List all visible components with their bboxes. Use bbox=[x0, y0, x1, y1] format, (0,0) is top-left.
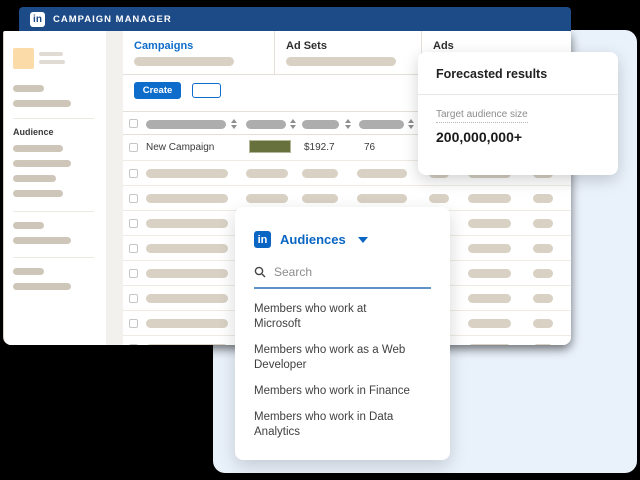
select-all-checkbox[interactable] bbox=[129, 119, 138, 128]
column-header-placeholder bbox=[302, 120, 339, 129]
sort-icon[interactable] bbox=[290, 119, 296, 129]
screenshot-canvas: in CAMPAIGN MANAGER Audience bbox=[0, 0, 640, 480]
column-header-placeholder bbox=[246, 120, 286, 129]
skeleton-bar bbox=[286, 57, 396, 66]
sort-icon[interactable] bbox=[408, 119, 414, 129]
linkedin-logo-icon: in bbox=[254, 231, 271, 248]
list-item[interactable]: Members who work in DataAnalytics bbox=[254, 410, 431, 440]
sidebar-item-placeholder bbox=[13, 175, 56, 182]
skeleton-bar bbox=[146, 194, 228, 203]
divider bbox=[13, 211, 94, 212]
sidebar-item-placeholder bbox=[13, 190, 63, 197]
row-checkbox[interactable] bbox=[129, 169, 138, 178]
row-checkbox[interactable] bbox=[129, 294, 138, 303]
skeleton-bar bbox=[146, 244, 228, 253]
sort-icon[interactable] bbox=[231, 119, 237, 129]
metric-value: 200,000,000+ bbox=[436, 129, 618, 145]
popup-header[interactable]: in Audiences bbox=[254, 231, 431, 248]
divider bbox=[13, 257, 94, 258]
skeleton-bar bbox=[302, 169, 338, 178]
sidebar-item-placeholder bbox=[13, 268, 44, 275]
forecasted-results-card: Forecasted results Target audience size … bbox=[418, 52, 618, 175]
spend-value: $192.7 bbox=[304, 142, 335, 153]
audience-list: Members who work atMicrosoft Members who … bbox=[254, 302, 431, 440]
skeleton-bar bbox=[468, 344, 511, 345]
skeleton-bar bbox=[533, 194, 553, 203]
search-icon bbox=[254, 266, 266, 278]
sidebar: Audience bbox=[4, 31, 106, 345]
sidebar-item-placeholder bbox=[13, 222, 44, 229]
sidebar-item-placeholder bbox=[13, 85, 44, 92]
campaign-name: New Campaign bbox=[146, 142, 214, 153]
results-value: 76 bbox=[364, 142, 375, 153]
sidebar-item-placeholder bbox=[13, 100, 71, 107]
list-item[interactable]: Members who work in Finance bbox=[254, 384, 431, 399]
tab-campaigns[interactable]: Campaigns bbox=[123, 31, 274, 74]
skeleton-bar bbox=[246, 169, 288, 178]
sidebar-item-placeholder bbox=[13, 160, 71, 167]
skeleton-bar bbox=[146, 169, 228, 178]
linkedin-logo-icon: in bbox=[30, 12, 45, 27]
tab-ad-sets[interactable]: Ad Sets bbox=[274, 31, 421, 74]
sidebar-section-label: Audience bbox=[13, 127, 54, 137]
divider bbox=[13, 118, 94, 119]
content-gutter bbox=[106, 31, 123, 345]
row-checkbox[interactable] bbox=[129, 319, 138, 328]
skeleton-bar bbox=[146, 344, 228, 345]
column-header-placeholder bbox=[359, 120, 404, 129]
row-checkbox[interactable] bbox=[129, 269, 138, 278]
search-input[interactable] bbox=[272, 264, 412, 280]
skeleton-bar bbox=[39, 52, 63, 56]
metric-label: Target audience size bbox=[436, 109, 528, 123]
card-title: Forecasted results bbox=[418, 52, 618, 81]
row-checkbox[interactable] bbox=[129, 143, 138, 152]
top-nav-bar: in CAMPAIGN MANAGER bbox=[19, 7, 571, 31]
skeleton-bar bbox=[357, 194, 407, 203]
audiences-popup: in Audiences Members who work atMicrosof… bbox=[235, 207, 450, 460]
create-button[interactable]: Create bbox=[134, 82, 181, 99]
skeleton-bar bbox=[146, 319, 228, 328]
sort-icon[interactable] bbox=[345, 119, 351, 129]
chevron-down-icon[interactable] bbox=[358, 237, 368, 243]
skeleton-bar bbox=[468, 219, 511, 228]
sidebar-item-placeholder bbox=[13, 283, 71, 290]
skeleton-bar bbox=[533, 344, 553, 345]
skeleton-bar bbox=[533, 269, 553, 278]
secondary-button[interactable] bbox=[192, 83, 221, 98]
row-checkbox[interactable] bbox=[129, 244, 138, 253]
skeleton-bar bbox=[533, 294, 553, 303]
column-header-placeholder bbox=[146, 120, 226, 129]
skeleton-bar bbox=[468, 294, 511, 303]
skeleton-bar bbox=[302, 194, 338, 203]
skeleton-bar bbox=[468, 194, 511, 203]
status-swatch bbox=[249, 140, 291, 153]
list-item[interactable]: Members who work atMicrosoft bbox=[254, 302, 431, 332]
popup-title: Audiences bbox=[280, 232, 346, 247]
skeleton-bar bbox=[533, 219, 553, 228]
skeleton-bar bbox=[146, 294, 228, 303]
sidebar-item-placeholder bbox=[13, 237, 71, 244]
skeleton-bar bbox=[429, 194, 449, 203]
skeleton-bar bbox=[468, 244, 511, 253]
search-field[interactable] bbox=[254, 264, 431, 289]
skeleton-bar bbox=[146, 269, 228, 278]
skeleton-bar bbox=[357, 169, 407, 178]
skeleton-bar bbox=[468, 269, 511, 278]
skeleton-bar bbox=[134, 57, 234, 66]
sidebar-item-placeholder bbox=[13, 145, 63, 152]
skeleton-bar bbox=[246, 194, 288, 203]
row-checkbox[interactable] bbox=[129, 219, 138, 228]
skeleton-bar bbox=[468, 319, 511, 328]
avatar-placeholder bbox=[13, 48, 34, 69]
skeleton-bar bbox=[533, 319, 553, 328]
app-title: CAMPAIGN MANAGER bbox=[53, 14, 172, 25]
skeleton-bar bbox=[39, 60, 65, 64]
row-checkbox[interactable] bbox=[129, 194, 138, 203]
list-item[interactable]: Members who work as a WebDeveloper bbox=[254, 343, 431, 373]
skeleton-bar bbox=[533, 244, 553, 253]
row-checkbox[interactable] bbox=[129, 344, 138, 345]
skeleton-bar bbox=[146, 219, 228, 228]
